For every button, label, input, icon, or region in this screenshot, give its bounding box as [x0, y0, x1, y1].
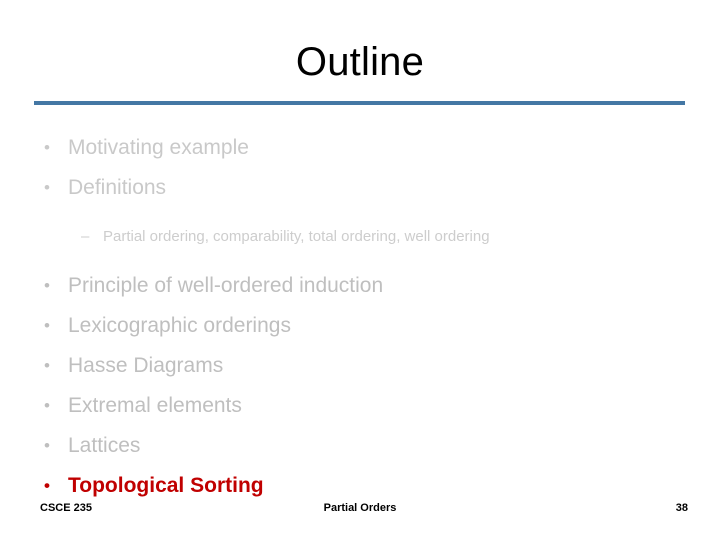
footer-page-number: 38 [675, 502, 688, 514]
title-block: Outline [34, 38, 686, 86]
list-item: • Extremal elements [34, 386, 694, 426]
bullet-icon: • [44, 178, 50, 197]
dash-bullet-icon: – [81, 228, 90, 245]
list-item: • Principle of well-ordered induction [34, 266, 694, 306]
bullet-icon: • [44, 396, 50, 415]
title-underline-rule [34, 101, 685, 105]
list-item-label: Extremal elements [68, 394, 242, 417]
list-item: • Definitions [34, 168, 694, 208]
slide: Outline • Motivating example • Definitio… [0, 0, 720, 540]
list-item-label: Hasse Diagrams [68, 354, 224, 377]
list-item-label: Principle of well-ordered induction [68, 274, 384, 297]
page-title: Outline [295, 40, 425, 84]
list-item: • Motivating example [34, 128, 694, 168]
bullet-icon: • [44, 276, 50, 295]
bullet-icon: • [44, 356, 50, 375]
list-item: • Lexicographic orderings [34, 306, 694, 346]
sub-list-item: – Partial ordering, comparability, total… [34, 222, 694, 252]
bullet-icon: • [44, 436, 50, 455]
outline-list: • Motivating example • Definitions – Par… [34, 128, 694, 506]
bullet-icon: • [44, 316, 50, 335]
slide-footer: CSCE 235 Partial Orders 38 [0, 500, 720, 524]
footer-topic: Partial Orders [323, 502, 397, 514]
sub-list-item-label: Partial ordering, comparability, total o… [103, 228, 490, 245]
bullet-icon: • [44, 138, 50, 157]
list-item-label: Lattices [68, 434, 141, 457]
list-item: • Lattices [34, 426, 694, 466]
list-item-label: Motivating example [68, 136, 249, 159]
list-item-label: Lexicographic orderings [68, 314, 291, 337]
list-item: • Hasse Diagrams [34, 346, 694, 386]
list-item-label: Definitions [68, 176, 167, 199]
